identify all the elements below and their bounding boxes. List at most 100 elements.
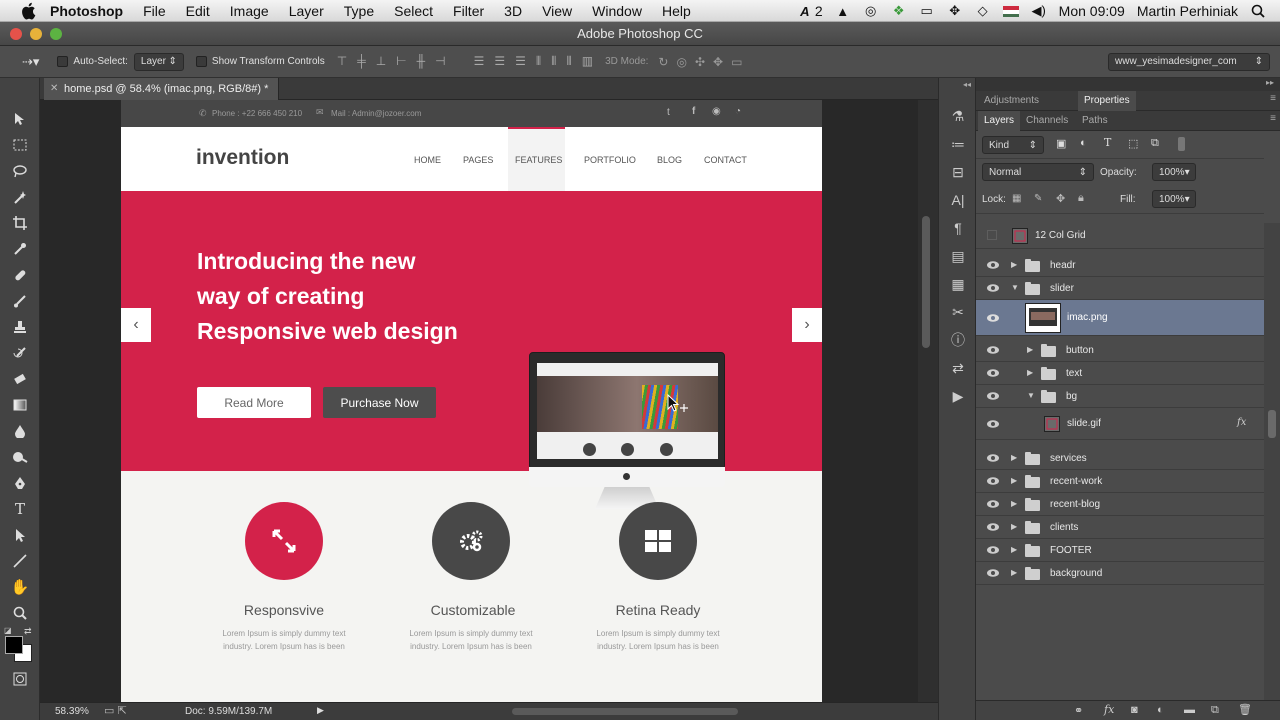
new-adjustment-icon[interactable]: ◐ [1157, 704, 1164, 716]
add-style-icon[interactable]: fx [1104, 703, 1114, 716]
eye-icon[interactable] [986, 453, 1000, 463]
expand-triangle-icon[interactable]: ▶ [1011, 499, 1017, 508]
status-export-icon[interactable]: ▭ ⇱ [104, 704, 127, 717]
status-menu-arrow-icon[interactable]: ▶ [317, 705, 324, 716]
magic-wand-tool-icon[interactable] [0, 184, 40, 210]
menu-file[interactable]: File [143, 3, 166, 19]
menu-layer[interactable]: Layer [289, 3, 324, 19]
visibility-toggle-empty[interactable] [987, 230, 997, 240]
eye-icon[interactable] [986, 368, 1000, 378]
expand-triangle-icon[interactable]: ▶ [1011, 545, 1017, 554]
type-tool-icon[interactable]: T [0, 496, 40, 522]
close-window-button[interactable] [10, 28, 22, 40]
history-panel-icon[interactable]: ⚗ [939, 102, 977, 130]
actions-panel-icon[interactable]: ▶ [939, 382, 977, 410]
apple-icon[interactable] [20, 2, 38, 20]
layer-row-12-col-grid[interactable]: 12 Col Grid [976, 223, 1264, 249]
auto-align-icon[interactable]: ▥ [582, 54, 593, 69]
add-mask-icon[interactable]: ◙ [1131, 704, 1138, 716]
tab-properties[interactable]: Properties [1078, 91, 1136, 111]
wifi-icon[interactable]: ◇ [975, 3, 991, 19]
paragraph-panel-icon[interactable]: ¶ [939, 214, 977, 242]
layer-row-text[interactable]: ▶ text [976, 362, 1264, 385]
layer-row-slide-gif[interactable]: slide.gif fx [976, 408, 1264, 440]
layer-row-recent-work[interactable]: ▶ recent-work [976, 470, 1264, 493]
flag-icon[interactable] [1002, 3, 1019, 19]
align-hcenter-icon[interactable]: ╫ [417, 54, 426, 69]
tools-presets-icon[interactable]: ✂ [939, 298, 977, 326]
zoom-window-button[interactable] [50, 28, 62, 40]
zoom-tool-icon[interactable] [0, 600, 40, 626]
panel-menu-icon[interactable]: ≡ [1270, 93, 1276, 104]
align-bottom-icon[interactable]: ⊥ [376, 54, 386, 69]
menu-image[interactable]: Image [230, 3, 269, 19]
close-tab-icon[interactable]: ✕ [50, 78, 58, 100]
filter-pixel-icon[interactable]: ▣ [1056, 137, 1066, 150]
layer-row-background[interactable]: ▶ background [976, 562, 1264, 585]
eyedropper-tool-icon[interactable] [0, 236, 40, 262]
layer-row-footer[interactable]: ▶ FOOTER [976, 539, 1264, 562]
show-transform-checkbox[interactable] [195, 56, 207, 67]
auto-select-checkbox[interactable] [57, 56, 69, 67]
layers-panel-menu-icon[interactable]: ≡ [1270, 113, 1276, 124]
dodge-tool-icon[interactable] [0, 444, 40, 470]
layer-row-bg[interactable]: ▼ bg [976, 385, 1264, 408]
character-panel-icon[interactable]: A| [939, 186, 977, 214]
drive-icon[interactable]: ▲ [835, 3, 851, 19]
layer-row-recent-blog[interactable]: ▶ recent-blog [976, 493, 1264, 516]
distribute-vcenter-icon[interactable]: ☰ [494, 54, 505, 69]
menu-view[interactable]: View [542, 3, 572, 19]
blur-tool-icon[interactable] [0, 418, 40, 444]
delete-layer-icon[interactable]: 🗑︎ [1238, 703, 1252, 716]
menu-filter[interactable]: Filter [453, 3, 484, 19]
eye-icon[interactable] [986, 313, 1000, 323]
expand-triangle-icon[interactable]: ▶ [1011, 453, 1017, 462]
sync-icon[interactable]: ◎ [863, 3, 879, 19]
layer-row-headr[interactable]: ▶ headr [976, 254, 1264, 277]
zoom-level[interactable]: 58.39% [55, 706, 89, 717]
auto-select-dropdown[interactable]: Layer ⇕ [133, 52, 184, 71]
fill-field[interactable]: 100% ▾ [1152, 190, 1196, 208]
healing-brush-tool-icon[interactable] [0, 262, 40, 288]
default-colors-icon[interactable]: ◪ [4, 626, 12, 635]
eye-icon[interactable] [986, 522, 1000, 532]
timeline-panel-icon[interactable]: ⇄ [939, 354, 977, 382]
filter-toggle-switch[interactable] [1178, 137, 1185, 151]
lock-all-icon[interactable]: 🔒︎ [1078, 192, 1084, 205]
spotlight-icon[interactable] [1250, 3, 1266, 19]
expand-triangle-icon[interactable]: ▶ [1011, 476, 1017, 485]
expand-triangle-icon[interactable]: ▶ [1027, 368, 1033, 377]
expand-triangle-icon[interactable]: ▶ [1011, 522, 1017, 531]
vertical-scroll-thumb[interactable] [922, 216, 930, 348]
collapse-triangle-icon[interactable]: ▼ [1027, 391, 1035, 400]
vertical-scrollbar[interactable] [918, 100, 938, 702]
tab-layers[interactable]: Layers [978, 111, 1021, 131]
history-brush-tool-icon[interactable] [0, 340, 40, 366]
layer-row-imac-png[interactable]: imac.png [976, 300, 1264, 336]
brush-tool-icon[interactable] [0, 288, 40, 314]
menu-edit[interactable]: Edit [186, 3, 210, 19]
menu-3d[interactable]: 3D [504, 3, 522, 19]
eye-icon[interactable] [986, 568, 1000, 578]
distribute-bottom-icon[interactable]: ☰ [515, 54, 526, 69]
lasso-tool-icon[interactable] [0, 158, 40, 184]
menu-photoshop[interactable]: Photoshop [50, 3, 123, 19]
filter-kind-dropdown[interactable]: Kind ⇕ [982, 136, 1044, 154]
filter-adjustment-icon[interactable]: ◐ [1080, 137, 1087, 149]
distribute-top-icon[interactable]: ☰ [474, 54, 485, 69]
eye-icon[interactable] [986, 391, 1000, 401]
3d-rotate-icon[interactable]: ↻ [658, 55, 668, 69]
lock-image-icon[interactable]: ✎ [1034, 193, 1042, 204]
styles-panel-icon[interactable]: ⊟ [939, 158, 977, 186]
menu-type[interactable]: Type [344, 3, 374, 19]
move-tool-icon[interactable] [0, 106, 40, 132]
move-tool-preset-icon[interactable]: ⇢▾ [22, 54, 39, 70]
eye-icon[interactable] [986, 260, 1000, 270]
horizontal-scroll-thumb[interactable] [512, 708, 738, 715]
dock-collapse-icon[interactable]: ◂◂ [939, 78, 975, 102]
layers-scrollbar[interactable] [1264, 223, 1280, 700]
layer-comps-panel-icon[interactable]: ▦ [939, 270, 977, 298]
3d-drag-icon[interactable]: ✣ [695, 55, 705, 69]
clone-stamp-tool-icon[interactable] [0, 314, 40, 340]
3d-scale-icon[interactable]: ▭ [731, 55, 742, 69]
